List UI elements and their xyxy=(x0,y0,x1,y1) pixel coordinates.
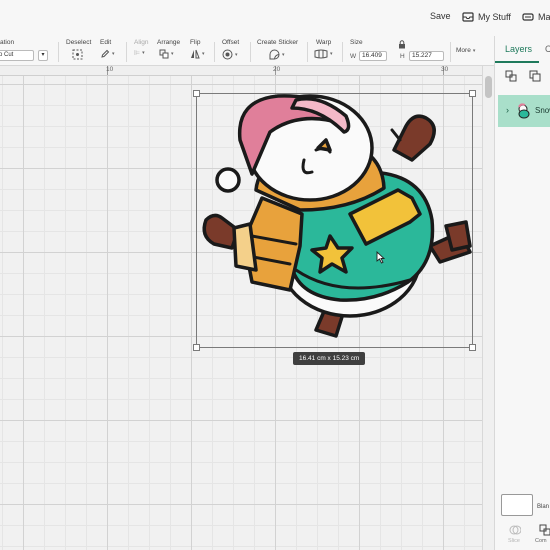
deselect-label: Deselect xyxy=(66,39,92,46)
flip-button[interactable]: Flip ▾ xyxy=(190,39,208,65)
selection-box[interactable] xyxy=(196,93,473,348)
chevron-down-icon: ▾ xyxy=(235,51,238,58)
more-button[interactable]: More ▾ xyxy=(456,39,482,65)
deselect-icon xyxy=(72,49,83,60)
ruler-label: 10 xyxy=(106,66,114,73)
size-group: Size W 16.409 H 15.227 xyxy=(350,39,446,65)
combine-label[interactable]: Com xyxy=(535,538,547,544)
toolbar-divider xyxy=(307,42,308,62)
resize-handle-top-left[interactable] xyxy=(193,90,200,97)
my-stuff-button[interactable]: My Stuff xyxy=(462,11,511,23)
toolbar-divider xyxy=(214,42,215,62)
slice-icon[interactable] xyxy=(509,524,521,536)
machine-icon xyxy=(522,13,534,21)
align-label: Align xyxy=(134,39,149,46)
align-icon: ⊫ xyxy=(134,50,141,57)
chevron-down-icon: ▾ xyxy=(202,51,205,57)
combine-icon[interactable] xyxy=(539,524,550,536)
operation-dropdown-button[interactable]: ▾ xyxy=(38,50,48,61)
save-label: Save xyxy=(430,11,451,21)
height-input[interactable]: 15.227 xyxy=(409,51,444,61)
duplicate-icon[interactable] xyxy=(529,70,541,82)
blank-canvas-label: Blan xyxy=(537,504,550,510)
layer-name: Snow xyxy=(535,106,550,115)
edit-toolbar: ation o Cut ▾ Deselect Edit ▾ Align ⊫ ▾ … xyxy=(0,36,550,66)
chevron-down-icon: ▾ xyxy=(330,51,333,57)
width-letter: W xyxy=(350,53,357,60)
toolbar-divider xyxy=(250,42,251,62)
tab-layers[interactable]: Layers xyxy=(505,44,532,54)
sticker-icon xyxy=(269,49,280,60)
offset-label: Offset xyxy=(222,39,240,46)
layer-thumbnail xyxy=(518,103,530,119)
create-sticker-button[interactable]: Create Sticker ▾ xyxy=(257,39,301,65)
edit-label: Edit xyxy=(100,39,112,46)
toolbar-divider xyxy=(126,42,127,62)
make-label: Mak xyxy=(538,12,550,22)
mouse-cursor-icon xyxy=(376,251,385,264)
width-input[interactable]: 16.409 xyxy=(359,51,387,61)
arrange-icon xyxy=(159,49,169,59)
make-button[interactable]: Mak xyxy=(522,11,550,23)
operation-group: ation o Cut ▾ xyxy=(0,39,56,65)
slice-label[interactable]: Slice xyxy=(508,538,520,544)
chevron-down-icon: ▾ xyxy=(472,47,476,54)
warp-icon xyxy=(314,49,328,59)
scrollbar-thumb[interactable] xyxy=(485,76,492,98)
toolbar-divider xyxy=(342,42,343,62)
chevron-down-icon: ▾ xyxy=(142,50,145,56)
inbox-icon xyxy=(462,12,474,22)
ruler-label: 20 xyxy=(273,66,281,73)
toolbar-divider xyxy=(58,42,59,62)
lock-icon[interactable] xyxy=(398,40,406,49)
edit-button[interactable]: Edit ▾ xyxy=(100,39,122,65)
ruler-label: 30 xyxy=(441,66,449,73)
top-bar: Save My Stuff Mak xyxy=(0,0,550,36)
resize-handle-top-right[interactable] xyxy=(469,90,476,97)
vertical-scrollbar[interactable] xyxy=(482,66,494,550)
my-stuff-label: My Stuff xyxy=(478,12,511,22)
horizontal-ruler: 10 20 30 xyxy=(0,66,482,76)
align-button[interactable]: Align ⊫ ▾ xyxy=(134,39,154,65)
blank-canvas-swatch[interactable] xyxy=(501,494,533,516)
chevron-down-icon: ▾ xyxy=(171,51,174,57)
more-label: More xyxy=(456,47,471,54)
warp-button[interactable]: Warp ▾ xyxy=(314,39,338,65)
resize-handle-bottom-left[interactable] xyxy=(193,344,200,351)
offset-icon xyxy=(222,49,233,60)
toolbar-divider xyxy=(450,42,451,62)
create-sticker-label: Create Sticker xyxy=(257,39,299,46)
pencil-icon xyxy=(101,49,110,58)
group-icon[interactable] xyxy=(505,70,517,82)
arrange-label: Arrange xyxy=(157,39,181,46)
chevron-right-icon[interactable]: › xyxy=(506,105,509,115)
chevron-down-icon: ▾ xyxy=(282,51,285,58)
operation-label: ation xyxy=(0,39,15,46)
arrange-button[interactable]: Arrange ▾ xyxy=(157,39,185,65)
operation-select[interactable]: o Cut xyxy=(0,50,34,61)
warp-label: Warp xyxy=(316,39,332,46)
layers-panel: Layers C › Snow Blan Slice Com xyxy=(494,36,550,550)
layer-item-snowman[interactable]: › Snow xyxy=(498,95,550,127)
dimension-tooltip: 16.41 cm x 15.23 cm xyxy=(293,352,366,365)
active-tab-indicator xyxy=(495,61,539,63)
save-button[interactable]: Save xyxy=(430,11,451,21)
deselect-button[interactable]: Deselect xyxy=(66,39,92,65)
resize-handle-bottom-right[interactable] xyxy=(469,344,476,351)
flip-label: Flip xyxy=(190,39,201,46)
offset-button[interactable]: Offset ▾ xyxy=(222,39,244,65)
tab-color-sync[interactable]: C xyxy=(545,44,550,54)
height-letter: H xyxy=(400,53,405,60)
flip-icon xyxy=(191,49,200,59)
chevron-down-icon: ▾ xyxy=(112,51,115,57)
